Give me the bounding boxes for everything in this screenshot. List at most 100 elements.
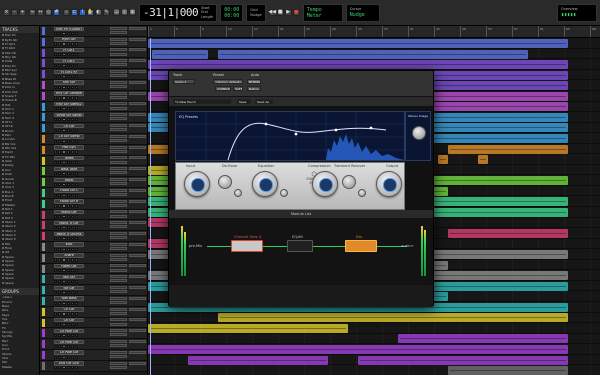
playlist-button[interactable] bbox=[70, 150, 74, 154]
track-name-field[interactable]: FI Gtr1 Rf bbox=[54, 69, 84, 75]
automation-button[interactable] bbox=[74, 301, 79, 305]
track-name-field[interactable]: Tones bbox=[54, 156, 84, 161]
insert-slot[interactable] bbox=[129, 167, 146, 171]
track-visibility-icon[interactable] bbox=[2, 168, 4, 171]
input-selector[interactable] bbox=[110, 26, 127, 30]
track-visibility-icon[interactable] bbox=[2, 238, 4, 241]
track-visibility-icon[interactable] bbox=[2, 186, 4, 189]
view-button[interactable]: ▥ bbox=[121, 9, 128, 16]
input-monitor-button[interactable] bbox=[58, 107, 62, 111]
track-visibility-icon[interactable] bbox=[2, 255, 4, 258]
input-monitor-button[interactable] bbox=[58, 85, 62, 89]
solo-button[interactable] bbox=[62, 279, 66, 284]
track-visibility-icon[interactable] bbox=[2, 233, 4, 236]
insert-slot[interactable] bbox=[129, 361, 146, 365]
insert-slot[interactable] bbox=[129, 339, 146, 343]
record-enable-button[interactable] bbox=[54, 290, 58, 294]
audio-clip[interactable] bbox=[148, 323, 348, 333]
audio-clip[interactable] bbox=[398, 334, 568, 344]
module-drive[interactable]: Drv bbox=[345, 235, 377, 252]
input-selector[interactable] bbox=[110, 221, 127, 225]
solo-button[interactable] bbox=[62, 182, 66, 186]
mute-button[interactable] bbox=[66, 204, 70, 208]
audio-clip[interactable] bbox=[448, 366, 568, 375]
output-knob[interactable] bbox=[376, 171, 402, 197]
input-selector[interactable] bbox=[110, 156, 127, 160]
input-monitor-button[interactable] bbox=[58, 139, 62, 143]
track-visibility-icon[interactable] bbox=[2, 90, 4, 93]
track-visibility-icon[interactable] bbox=[2, 177, 4, 180]
insert-slot[interactable] bbox=[129, 145, 146, 149]
zoom-tool-icon[interactable]: ⌕ bbox=[63, 9, 70, 16]
input-monitor-button[interactable] bbox=[58, 225, 62, 230]
record-enable-button[interactable] bbox=[54, 53, 58, 57]
record-enable-button[interactable] bbox=[54, 269, 58, 273]
mute-button[interactable] bbox=[66, 63, 70, 68]
playlist-button[interactable] bbox=[70, 355, 74, 359]
input-selector[interactable] bbox=[110, 242, 127, 246]
playlist-button[interactable] bbox=[70, 269, 74, 273]
solo-button[interactable] bbox=[62, 204, 66, 208]
automation-button[interactable] bbox=[74, 290, 79, 294]
insert-slot[interactable] bbox=[129, 296, 146, 300]
playhead-cursor[interactable] bbox=[150, 38, 151, 375]
track-name-field[interactable]: Rhy Gtr Sample bbox=[54, 91, 84, 96]
track-visibility-icon[interactable] bbox=[2, 225, 4, 228]
output-selector[interactable] bbox=[110, 365, 127, 369]
playlist-button[interactable] bbox=[70, 279, 74, 284]
track-visibility-icon[interactable] bbox=[2, 108, 4, 111]
automation-button[interactable] bbox=[74, 258, 79, 262]
playlist-button[interactable] bbox=[70, 247, 74, 251]
record-enable-button[interactable] bbox=[54, 312, 58, 316]
insert-slot[interactable] bbox=[129, 275, 146, 279]
input-selector[interactable] bbox=[110, 318, 127, 322]
record-enable-button[interactable] bbox=[54, 366, 58, 370]
track-visibility-icon[interactable] bbox=[2, 55, 4, 58]
mute-button[interactable] bbox=[66, 258, 70, 262]
record-enable-button[interactable] bbox=[54, 182, 58, 186]
input-monitor-button[interactable] bbox=[58, 290, 62, 294]
mute-button[interactable] bbox=[66, 107, 70, 111]
input-selector[interactable] bbox=[110, 167, 127, 171]
insert-slot[interactable] bbox=[129, 329, 146, 333]
input-monitor-button[interactable] bbox=[58, 63, 62, 68]
output-selector[interactable] bbox=[110, 41, 127, 45]
output-selector[interactable] bbox=[110, 290, 127, 294]
track-name-field[interactable]: Rhy Gtr Samp2 bbox=[54, 102, 84, 107]
automation-button[interactable] bbox=[74, 333, 79, 338]
transient-recover-knob[interactable] bbox=[342, 175, 356, 189]
solo-button[interactable] bbox=[62, 161, 66, 165]
track-name-field[interactable]: Elec Pn (Guitar) bbox=[54, 26, 84, 31]
track-visibility-icon[interactable] bbox=[2, 207, 4, 210]
track-visibility-icon[interactable] bbox=[2, 38, 4, 41]
audio-clip[interactable] bbox=[218, 49, 528, 59]
record-enable-button[interactable] bbox=[54, 117, 58, 122]
track-header[interactable]: FI Gtr2 bbox=[40, 58, 147, 70]
mute-button[interactable] bbox=[66, 344, 70, 348]
eq-display[interactable]: EQ Presets bbox=[175, 111, 406, 162]
playlist-button[interactable] bbox=[70, 215, 74, 219]
output-selector[interactable] bbox=[110, 182, 127, 186]
track-visibility-icon[interactable] bbox=[2, 68, 4, 71]
mute-button[interactable] bbox=[66, 128, 70, 132]
record-enable-button[interactable] bbox=[54, 42, 58, 46]
input-selector[interactable] bbox=[110, 145, 127, 149]
track-header[interactable]: Snare bbox=[40, 252, 147, 264]
insert-slot[interactable] bbox=[129, 123, 146, 127]
mute-button[interactable] bbox=[66, 96, 70, 100]
input-monitor-button[interactable] bbox=[58, 279, 62, 284]
track-visibility-icon[interactable] bbox=[2, 81, 4, 84]
playlist-button[interactable] bbox=[70, 139, 74, 143]
insert-slot[interactable] bbox=[129, 307, 146, 311]
track-header[interactable]: Ch Pole Gtr bbox=[40, 328, 147, 340]
native-button[interactable]: Native bbox=[247, 86, 261, 91]
input-selector[interactable] bbox=[110, 102, 127, 106]
track-header[interactable]: Flood Gtr L bbox=[40, 187, 147, 199]
playlist-button[interactable] bbox=[70, 74, 74, 78]
de-esser-knob[interactable] bbox=[218, 175, 232, 189]
track-visibility-icon[interactable] bbox=[2, 199, 4, 202]
track-name-field[interactable]: Mono Tr Drums bbox=[54, 231, 84, 237]
track-visibility-icon[interactable] bbox=[2, 116, 4, 119]
track-lane[interactable] bbox=[148, 365, 600, 375]
output-selector[interactable] bbox=[110, 344, 127, 348]
